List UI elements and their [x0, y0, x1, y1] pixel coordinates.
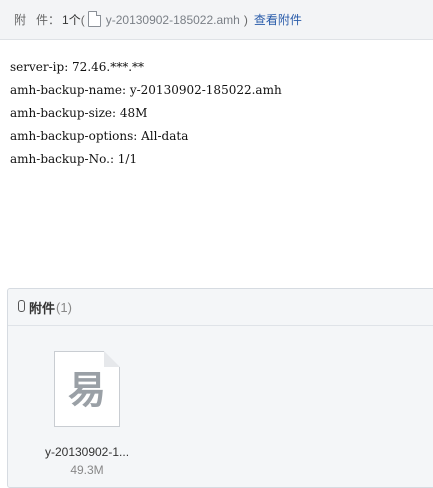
attachment-file-name[interactable]: y-20130902-185022.amh: [106, 13, 240, 27]
attachment-summary-bar: 附件 ： 1个 ( y-20130902-185022.amh ) 查看附件: [0, 0, 433, 40]
attachment-label-colon: ：: [48, 13, 61, 27]
attachment-item-size: 49.3M: [70, 463, 104, 477]
file-icon: [87, 10, 101, 27]
open-paren: (: [80, 12, 85, 27]
body-line: amh-backup-size: 48M: [10, 106, 148, 120]
body-line: server-ip: 72.46.***.**: [10, 60, 145, 74]
attachment-item-name[interactable]: y-20130902-1...: [32, 445, 142, 459]
mail-body: server-ip: 72.46.***.** amh-backup-name:…: [10, 56, 282, 171]
attachments-title: 附件: [29, 300, 56, 316]
body-line: amh-backup-No.: 1/1: [10, 152, 138, 166]
attachments-count: (1): [56, 299, 72, 315]
paperclip-icon: [18, 300, 25, 312]
body-line: amh-backup-options: All-data: [10, 129, 189, 143]
file-doc-icon[interactable]: 易: [54, 351, 120, 427]
attachments-header: 附件 (1): [8, 289, 433, 326]
view-attachments-link[interactable]: 查看附件: [254, 11, 302, 28]
attachments-panel: 附件 (1) 易 y-20130902-1... 49.3M: [7, 288, 433, 488]
attachment-item[interactable]: 易 y-20130902-1... 49.3M: [32, 351, 142, 477]
close-paren: ): [243, 12, 248, 27]
page-fold: [104, 351, 120, 367]
attachment-count: 1个: [62, 13, 81, 27]
file-type-glyph: 易: [67, 368, 106, 412]
body-line: amh-backup-name: y-20130902-185022.amh: [10, 83, 282, 97]
